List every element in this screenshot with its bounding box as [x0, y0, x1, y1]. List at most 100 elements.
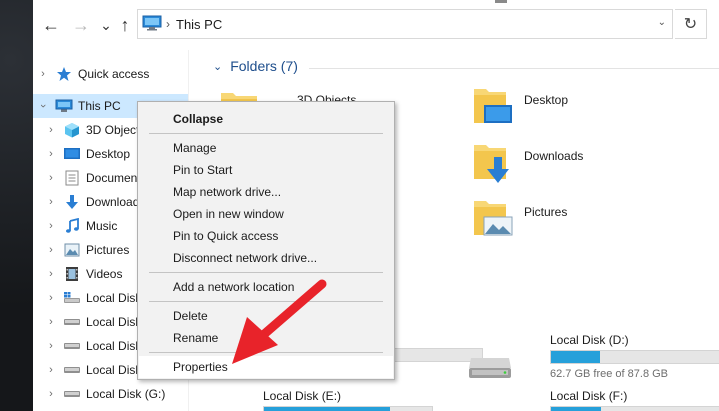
desktop-background — [0, 0, 33, 411]
menu-item-pin-to-quick-access[interactable]: Pin to Quick access — [139, 225, 393, 247]
drive-usage-bar-f — [550, 406, 719, 411]
chevron-right-icon[interactable]: › — [45, 364, 57, 376]
address-bar[interactable]: › This PC ⌄ — [137, 9, 673, 39]
folders-group-header[interactable]: ⌄ Folders (7) — [213, 58, 298, 74]
cube-icon — [63, 122, 81, 138]
address-path[interactable]: This PC — [176, 17, 222, 32]
arrow-left-icon: ← — [42, 14, 60, 35]
menu-separator — [149, 352, 383, 353]
chevron-right-icon[interactable]: › — [45, 316, 57, 328]
drive-icon — [63, 314, 81, 330]
folder-tile-label: Downloads — [524, 149, 584, 163]
download-icon — [63, 194, 81, 210]
nav-item-label: Quick access — [78, 67, 150, 81]
title-bar-fragment — [495, 0, 507, 3]
chevron-right-icon[interactable]: › — [45, 388, 57, 400]
menu-item-collapse[interactable]: Collapse — [139, 108, 393, 130]
refresh-button[interactable]: ↻ — [675, 9, 707, 39]
monitor-icon — [55, 98, 73, 114]
chevron-right-icon[interactable]: › — [45, 220, 57, 232]
chevron-right-icon[interactable]: › — [45, 292, 57, 304]
desktop-icon — [63, 146, 81, 162]
chevron-down-icon: ⌄ — [100, 16, 112, 33]
folder-tile-desktop[interactable]: Desktop — [472, 87, 568, 130]
pictures-folder-icon — [472, 199, 516, 242]
star-icon — [55, 66, 73, 82]
folder-tile-pictures[interactable]: Pictures — [472, 199, 567, 242]
drive-icon — [63, 386, 81, 402]
monitor-icon — [142, 15, 162, 34]
arrow-right-icon: → — [72, 14, 90, 35]
chevron-right-icon[interactable]: › — [45, 148, 57, 160]
folders-group-title: Folders (7) — [230, 58, 298, 74]
drive-tile-e[interactable]: Local Disk (E:) — [263, 389, 463, 411]
windows-drive-icon — [63, 290, 81, 306]
nav-item-label: Local Disk — [86, 291, 142, 305]
drive-tile-label: Local Disk (D:) — [550, 333, 629, 347]
chevron-right-icon[interactable]: › — [45, 268, 57, 280]
pictures-icon — [63, 242, 81, 258]
nav-item-label: Local Disk — [86, 339, 142, 353]
chevron-right-icon[interactable]: › — [45, 124, 57, 136]
menu-item-manage[interactable]: Manage — [139, 137, 393, 159]
nav-item-label: Desktop — [86, 147, 131, 161]
document-icon — [63, 170, 81, 186]
menu-item-map-network-drive[interactable]: Map network drive... — [139, 181, 393, 203]
menu-item-rename[interactable]: Rename — [139, 327, 393, 349]
nav-item-label: Music — [86, 219, 118, 233]
up-button[interactable]: ↑ — [115, 14, 135, 36]
drive-usage-fill — [264, 407, 390, 411]
drive-usage-fill — [551, 407, 602, 411]
drive-tile-label: Local Disk (F:) — [550, 389, 628, 403]
menu-item-disconnect-network-drive[interactable]: Disconnect network drive... — [139, 247, 393, 269]
menu-item-add-network-location[interactable]: Add a network location — [139, 276, 393, 298]
nav-item-local-disk-g[interactable]: › Local Disk (G:) — [45, 382, 188, 406]
chevron-right-icon[interactable]: › — [45, 340, 57, 352]
refresh-icon: ↻ — [683, 16, 698, 33]
arrow-up-icon: ↑ — [120, 14, 130, 35]
menu-item-pin-to-start[interactable]: Pin to Start — [139, 159, 393, 181]
address-row: ← → ⌄ ↑ › This PC ⌄ ↻ — [33, 0, 719, 50]
menu-item-open-in-new-window[interactable]: Open in new window — [139, 203, 393, 225]
breadcrumb-chevron-icon[interactable]: › — [166, 17, 170, 31]
recent-locations-button[interactable]: ⌄ — [96, 14, 116, 36]
drive-icon — [63, 362, 81, 378]
drive-tile-d-icon-wrap[interactable] — [465, 346, 525, 382]
nav-item-label: This PC — [78, 99, 121, 113]
chevron-down-icon: ⌄ — [213, 60, 223, 73]
drive-free-space: 62.7 GB free of 87.8 GB — [550, 368, 669, 380]
nav-item-label: Pictures — [86, 243, 130, 257]
drive-usage-bar-e — [263, 406, 433, 411]
downloads-folder-icon — [472, 143, 516, 188]
folder-tile-downloads[interactable]: Downloads — [472, 143, 583, 188]
drive-icon — [467, 354, 513, 383]
menu-separator — [149, 272, 383, 273]
videos-icon — [63, 266, 81, 282]
drive-tile-label: Local Disk (E:) — [263, 389, 342, 403]
menu-separator — [149, 301, 383, 302]
drive-tile-f[interactable]: Local Disk (F:) — [550, 389, 719, 411]
nav-item-label: Local Disk (G:) — [86, 387, 166, 401]
drive-tile-d[interactable]: Local Disk (D:) 62.7 GB free of 87.8 GB — [550, 333, 719, 383]
chevron-right-icon[interactable]: › — [37, 68, 49, 80]
drive-icon — [63, 338, 81, 354]
music-icon — [63, 218, 81, 234]
back-button[interactable]: ← — [41, 14, 61, 36]
drive-usage-fill — [551, 351, 600, 363]
menu-item-properties[interactable]: Properties — [139, 356, 393, 378]
chevron-right-icon[interactable]: › — [45, 196, 57, 208]
menu-item-delete[interactable]: Delete — [139, 305, 393, 327]
address-dropdown-icon[interactable]: ⌄ — [658, 17, 666, 28]
nav-item-label: Local Disk — [86, 363, 142, 377]
chevron-down-icon[interactable]: › — [37, 100, 49, 112]
drive-usage-bar-d — [550, 350, 719, 364]
context-menu: Collapse Manage Pin to Start Map network… — [137, 101, 395, 380]
nav-item-quick-access[interactable]: › Quick access — [37, 62, 187, 86]
forward-button[interactable]: → — [71, 14, 91, 36]
group-divider — [309, 68, 719, 69]
menu-separator — [149, 133, 383, 134]
folder-tile-label: Desktop — [524, 93, 569, 107]
chevron-right-icon[interactable]: › — [45, 244, 57, 256]
nav-item-label: Local Disk — [86, 315, 142, 329]
chevron-right-icon[interactable]: › — [45, 172, 57, 184]
